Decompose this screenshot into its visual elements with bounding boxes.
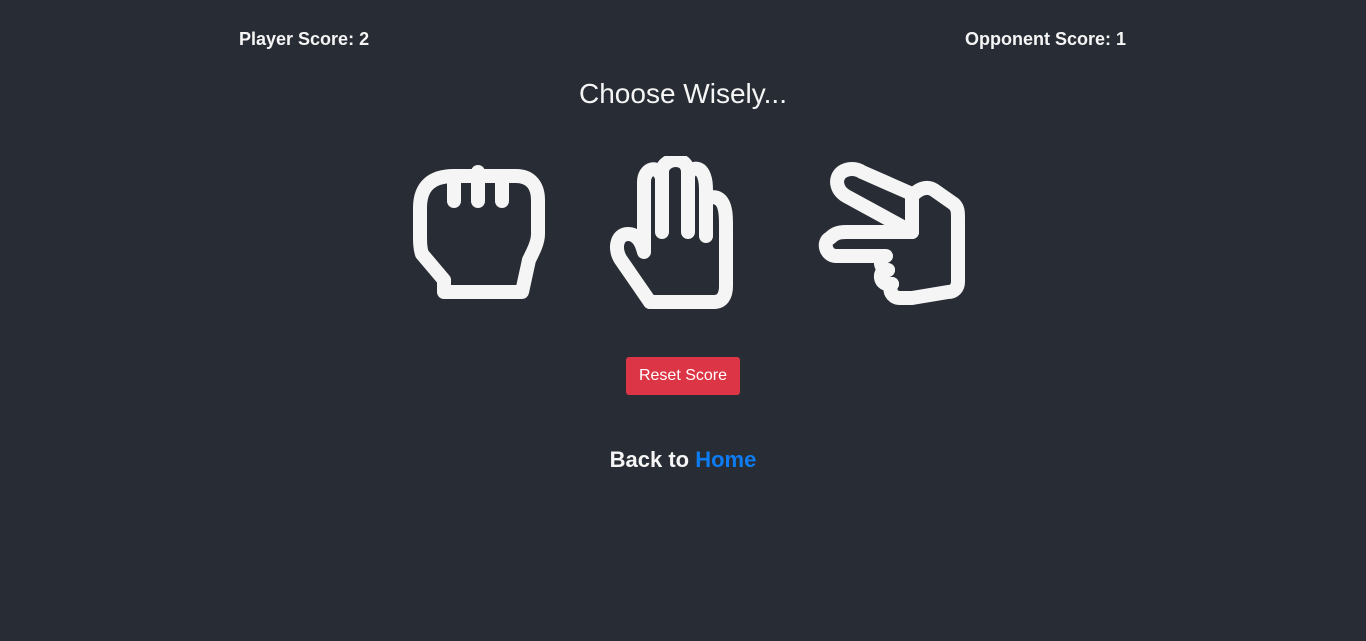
game-page: Player Score: 2 Opponent Score: 1 Choose… <box>0 0 1366 641</box>
back-to-home: Back to Home <box>0 446 1366 474</box>
scissors-choice-button[interactable] <box>816 156 970 312</box>
fist-icon <box>413 165 545 299</box>
choice-row <box>0 156 1366 312</box>
open-hand-icon <box>610 156 733 309</box>
opponent-score: Opponent Score: 1 <box>964 29 1126 49</box>
rock-choice-button[interactable] <box>396 156 550 312</box>
reset-score-button[interactable]: Reset Score <box>626 357 740 395</box>
page-title: Choose Wisely... <box>579 78 787 109</box>
paper-choice-button[interactable] <box>606 156 760 312</box>
scissors-hand-icon <box>818 162 965 305</box>
home-link[interactable]: Home <box>695 447 756 472</box>
player-score: Player Score: 2 <box>239 29 370 49</box>
back-prefix-text: Back to <box>609 447 696 472</box>
